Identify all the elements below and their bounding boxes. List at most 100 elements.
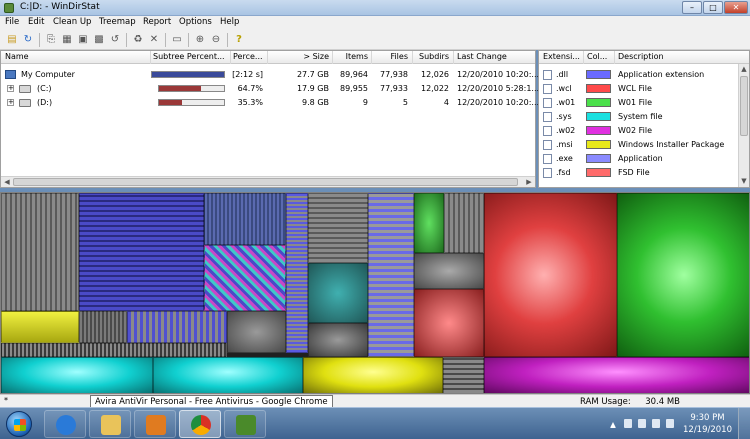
treemap-block[interactable] xyxy=(308,263,368,323)
volume-icon[interactable] xyxy=(666,419,674,428)
treemap-block[interactable] xyxy=(286,193,308,353)
close-button[interactable]: ✕ xyxy=(724,1,748,14)
scroll-right-icon[interactable]: ▶ xyxy=(524,177,534,187)
new-folder-icon[interactable]: ▭ xyxy=(170,33,184,47)
column-divider[interactable] xyxy=(371,51,372,64)
column-items[interactable]: Items xyxy=(335,52,368,61)
menu-help[interactable]: Help xyxy=(220,17,239,27)
extension-row[interactable]: .wcl WCL File xyxy=(539,82,749,96)
minimize-button[interactable]: – xyxy=(682,1,702,14)
treemap-block[interactable] xyxy=(1,343,227,357)
zoom-in-icon[interactable]: ⊕ xyxy=(193,33,207,47)
column-color[interactable]: Col... xyxy=(587,52,607,61)
treemap-block[interactable] xyxy=(308,323,368,357)
treemap-block[interactable] xyxy=(414,253,484,289)
extension-list[interactable]: Extensi... Col... Description .dll Applic… xyxy=(538,50,750,188)
menu-treemap[interactable]: Treemap xyxy=(99,17,136,27)
scroll-left-icon[interactable]: ◀ xyxy=(2,177,12,187)
power-icon[interactable] xyxy=(638,419,646,428)
scroll-down-icon[interactable]: ▼ xyxy=(739,176,749,186)
treemap-block[interactable] xyxy=(414,193,444,253)
extension-row[interactable]: .w02 W02 File xyxy=(539,124,749,138)
column-divider[interactable] xyxy=(583,51,584,64)
treemap-block[interactable] xyxy=(414,289,484,357)
scroll-up-icon[interactable]: ▲ xyxy=(739,64,749,74)
treemap-block[interactable] xyxy=(79,311,127,343)
menu-report[interactable]: Report xyxy=(143,17,171,27)
menu-edit[interactable]: Edit xyxy=(28,17,44,27)
action-center-icon[interactable] xyxy=(624,419,632,428)
network-icon[interactable] xyxy=(652,419,660,428)
treemap-block[interactable] xyxy=(1,193,79,311)
system-clock[interactable]: 9:30 PM 12/19/2010 xyxy=(683,412,732,436)
column-divider[interactable] xyxy=(150,51,151,64)
column-description[interactable]: Description xyxy=(618,52,664,61)
tree-row-my-computer[interactable]: My Computer [2:12 s] 27.7 GB 89,964 77,9… xyxy=(1,68,539,82)
extension-row[interactable]: .sys System file xyxy=(539,110,749,124)
treemap-block[interactable] xyxy=(127,311,227,343)
column-name[interactable]: Name xyxy=(5,52,29,61)
zoom-out-icon[interactable]: ⊖ xyxy=(209,33,223,47)
taskbar-file-explorer[interactable] xyxy=(89,410,131,438)
column-divider[interactable] xyxy=(267,51,268,64)
treemap-block[interactable] xyxy=(153,357,303,393)
column-last-change[interactable]: Last Change xyxy=(457,52,507,61)
extension-row[interactable]: .fsd FSD File xyxy=(539,166,749,180)
scroll-thumb[interactable] xyxy=(13,178,518,186)
column-extension[interactable]: Extensi... xyxy=(543,52,580,61)
directory-tree-list[interactable]: Name Subtree Percent... Perce... > Size … xyxy=(0,50,539,188)
copy-path-icon[interactable]: ⎘ xyxy=(44,33,58,47)
properties-icon[interactable]: ▣ xyxy=(76,33,90,47)
treemap-block[interactable] xyxy=(308,193,368,263)
treemap-block[interactable] xyxy=(484,357,749,393)
column-subtree-percent[interactable]: Subtree Percent... xyxy=(153,52,225,61)
column-divider[interactable] xyxy=(614,51,615,64)
taskbar-media-player[interactable] xyxy=(134,410,176,438)
treemap-block[interactable] xyxy=(368,193,414,357)
treemap-block[interactable] xyxy=(204,193,286,245)
tree-row-drive-c[interactable]: + (C:) 64.7% 17.9 GB 89,955 77,933 12,02… xyxy=(1,82,539,96)
taskbar-internet-explorer[interactable] xyxy=(44,410,86,438)
treemap-view[interactable] xyxy=(0,192,750,394)
extension-row[interactable]: .exe Application xyxy=(539,152,749,166)
treemap-block[interactable] xyxy=(204,245,286,311)
taskbar-windirstat[interactable] xyxy=(224,410,266,438)
expand-button[interactable]: + xyxy=(7,99,14,106)
extension-row[interactable]: .w01 W01 File xyxy=(539,96,749,110)
taskbar-google-chrome[interactable] xyxy=(179,410,221,438)
column-size[interactable]: > Size xyxy=(269,52,329,61)
explorer-here-icon[interactable]: ▦ xyxy=(60,33,74,47)
column-subdirs[interactable]: Subdirs xyxy=(415,52,449,61)
extension-row[interactable]: .dll Application extension xyxy=(539,68,749,82)
treemap-block[interactable] xyxy=(303,357,443,393)
treemap-block[interactable] xyxy=(227,311,286,353)
show-hidden-icons-icon[interactable] xyxy=(610,422,616,428)
column-divider[interactable] xyxy=(332,51,333,64)
expand-button[interactable]: + xyxy=(7,85,14,92)
start-button[interactable] xyxy=(6,411,32,437)
treemap-block[interactable] xyxy=(79,193,204,311)
treemap-block[interactable] xyxy=(1,357,153,393)
column-divider[interactable] xyxy=(230,51,231,64)
menu-options[interactable]: Options xyxy=(179,17,212,27)
column-files[interactable]: Files xyxy=(374,52,408,61)
refresh-icon[interactable]: ↻ xyxy=(21,33,35,47)
scroll-thumb[interactable] xyxy=(740,76,748,136)
command-prompt-icon[interactable]: ▩ xyxy=(92,33,106,47)
refresh-selected-icon[interactable]: ↺ xyxy=(108,33,122,47)
menu-file[interactable]: File xyxy=(5,17,19,27)
column-divider[interactable] xyxy=(453,51,454,64)
open-icon[interactable]: ▤ xyxy=(5,33,19,47)
recycle-bin-icon[interactable]: ♻ xyxy=(131,33,145,47)
treemap-block[interactable] xyxy=(444,193,484,253)
show-desktop-button[interactable] xyxy=(738,408,750,439)
tree-row-drive-d[interactable]: + (D:) 35.3% 9.8 GB 9 5 4 12/20/2010 10:… xyxy=(1,96,539,110)
maximize-button[interactable]: □ xyxy=(703,1,723,14)
delete-icon[interactable]: ✕ xyxy=(147,33,161,47)
extension-row[interactable]: .msi Windows Installer Package xyxy=(539,138,749,152)
menu-clean-up[interactable]: Clean Up xyxy=(53,17,91,27)
help-icon[interactable]: ? xyxy=(232,33,246,47)
tree-horizontal-scrollbar[interactable]: ◀ ▶ xyxy=(1,176,535,187)
treemap-block[interactable] xyxy=(443,357,484,393)
column-percent[interactable]: Perce... xyxy=(233,52,263,61)
